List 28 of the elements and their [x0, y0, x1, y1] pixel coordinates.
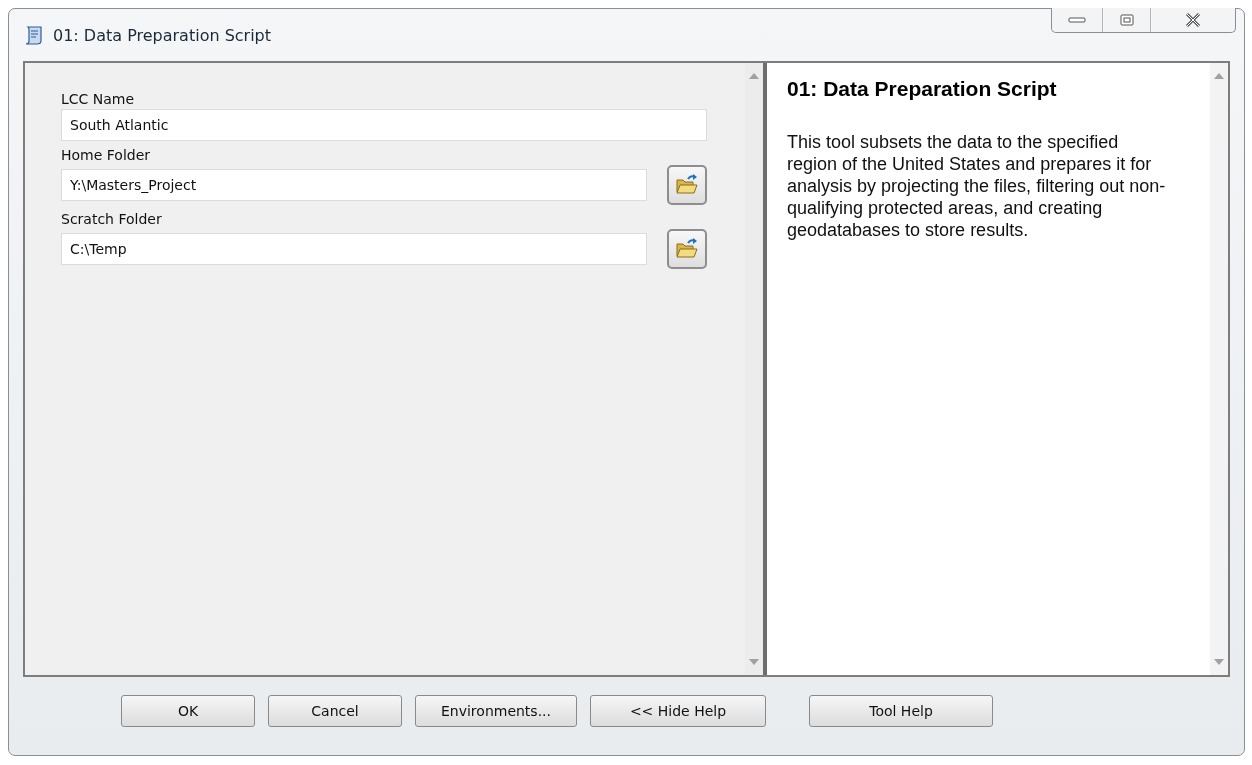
field-label: LCC Name — [61, 91, 136, 107]
folder-path-field[interactable]: C:\Temp — [61, 233, 647, 265]
scroll-up-icon[interactable] — [749, 73, 759, 79]
dialog-button[interactable]: Environments... — [415, 695, 577, 727]
minimize-icon — [1068, 17, 1086, 23]
field-label: Home Folder — [61, 147, 152, 163]
close-icon — [1185, 13, 1201, 27]
maximize-icon — [1119, 14, 1134, 26]
help-title: 01: Data Preparation Script — [787, 77, 1058, 101]
scroll-down-icon[interactable] — [749, 659, 759, 665]
script-scroll-icon — [23, 24, 45, 46]
scrollbar[interactable] — [745, 63, 763, 675]
scrollbar[interactable] — [1210, 63, 1228, 675]
folder-open-icon — [675, 238, 699, 260]
scroll-down-icon[interactable] — [1214, 659, 1224, 665]
dialog-button[interactable]: Cancel — [268, 695, 402, 727]
dialog-button[interactable]: << Hide Help — [590, 695, 766, 727]
folder-path-field[interactable]: Y:\Masters_Project — [61, 169, 647, 201]
browse-button[interactable] — [667, 229, 707, 269]
dialog-button[interactable]: Tool Help — [809, 695, 993, 727]
browse-button[interactable] — [667, 165, 707, 205]
scroll-up-icon[interactable] — [1214, 73, 1224, 79]
dialog-button[interactable]: OK — [121, 695, 255, 727]
folder-open-icon — [675, 174, 699, 196]
text-field[interactable]: South Atlantic — [61, 109, 707, 141]
window-title: 01: Data Preparation Script — [53, 25, 272, 45]
help-text: This tool subsets the data to the specified region of the United States and prepares it for analysis by projecting the files, filtering out non-qualifying protected areas, and creating geodatabases to store results. — [787, 131, 1167, 241]
field-label: Scratch Folder — [61, 211, 163, 227]
